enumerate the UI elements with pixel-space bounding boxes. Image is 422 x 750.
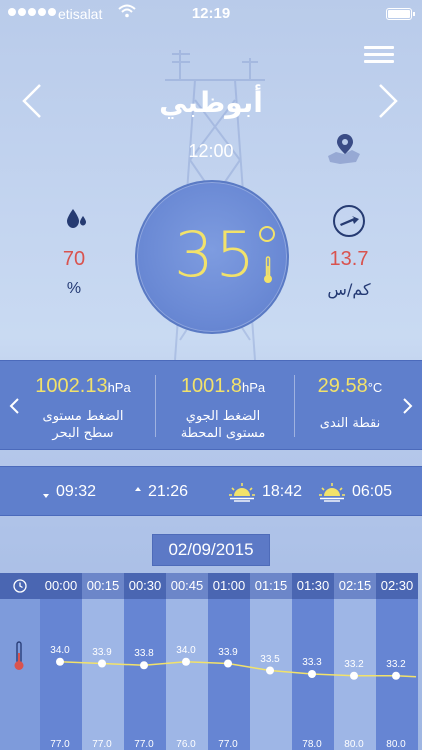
temperature-data-label: 34.0 — [50, 644, 70, 656]
temperature-data-label: 33.3 — [302, 657, 322, 668]
moonset-time: 09:32 — [56, 483, 97, 500]
map-pin-icon[interactable] — [326, 132, 364, 166]
moonrise-time: 21:26 — [148, 483, 189, 500]
menu-icon[interactable] — [364, 46, 394, 64]
divider — [294, 375, 295, 437]
forecast-column[interactable]: 00:00 — [40, 573, 82, 750]
temperature-value: 35 — [174, 218, 257, 291]
degree-symbol — [259, 226, 275, 242]
sunset-icon — [229, 483, 255, 502]
forecast-time-label: 00:00 — [40, 573, 82, 599]
sunrise-item: 06:05 — [318, 480, 392, 504]
forecast-date[interactable]: 02/09/2015 — [152, 534, 270, 566]
sea-level-pressure-label: الضغط مستوى — [42, 409, 124, 424]
forecast-label-column — [0, 573, 40, 750]
forecast-column[interactable]: 00:45 — [166, 573, 208, 750]
bottom-value-label: 77.0 — [218, 739, 238, 750]
humidity-value: 70 — [62, 248, 86, 270]
station-pressure: 1001.8hPa الضغط الجوي مستوى المحطة — [158, 361, 288, 451]
sunrise-time: 06:05 — [352, 483, 393, 500]
pressure-panel: 1002.13hPa الضغط مستوى سطح البحر 1001.8hP… — [0, 360, 422, 450]
forecast-column[interactable]: 00:30 — [124, 573, 166, 750]
moonrise-icon — [122, 486, 141, 500]
bottom-value-label: 77.0 — [92, 739, 112, 750]
temperature-data-label: 34.0 — [176, 644, 196, 656]
sea-level-pressure: 1002.13hPa الضغط مستوى سطح البحر — [18, 361, 148, 451]
sea-level-pressure-unit: hPa — [107, 380, 131, 395]
dew-point-value: 29.58 — [317, 375, 368, 397]
sunrise-icon — [319, 483, 345, 502]
forecast-column[interactable]: 00:15 — [82, 573, 124, 750]
dew-point-unit: °C — [367, 380, 383, 395]
temperature-circle: 35 — [135, 180, 289, 334]
station-pressure-label: الضغط الجوي — [185, 409, 261, 424]
bottom-value-label: 78.0 — [302, 739, 322, 750]
battery-icon — [386, 8, 415, 20]
sea-level-pressure-value: 1002.13 — [35, 375, 108, 397]
status-time: 12:19 — [191, 5, 231, 22]
sea-level-pressure-label-2: سطح البحر — [52, 426, 114, 441]
forecast-time-label: 01:15 — [250, 573, 292, 599]
moonrise-item: 21:26 — [120, 480, 188, 504]
temperature-data-label: 33.9 — [92, 646, 112, 658]
sunset-time: 18:42 — [262, 483, 303, 500]
moonset-icon — [30, 486, 49, 500]
thermometer-icon — [14, 641, 24, 670]
temperature-data-label: 33.8 — [134, 648, 154, 660]
chevron-right-icon[interactable] — [402, 397, 414, 415]
forecast-time-label: 00:15 — [82, 573, 124, 599]
forecast-time-label: 00:30 — [124, 573, 166, 599]
forecast-table: 00:00 00:15 00:30 00:45 01:00 01:15 01:30 02:15… — [0, 573, 422, 750]
sun-moon-panel: 09:32 21:26 18:42 06:05 — [0, 466, 422, 516]
station-pressure-label-2: مستوى المحطة — [180, 426, 266, 441]
forecast-time-label: 01:30 — [292, 573, 334, 599]
bottom-value-label: 80.0 — [344, 739, 364, 750]
bottom-value-label: 76.0 — [176, 739, 196, 750]
bottom-value-label: 80.0 — [386, 739, 406, 750]
temperature-data-label: 33.5 — [260, 653, 280, 665]
forecast-time-label: 02:15 — [334, 573, 376, 599]
city-name[interactable]: أبوظبي — [0, 86, 422, 119]
forecast-column[interactable]: 01:00 — [208, 573, 250, 750]
divider — [155, 375, 156, 437]
temperature-data-label: 33.2 — [344, 658, 364, 670]
thermometer-icon — [264, 256, 272, 283]
station-pressure-unit: hPa — [242, 380, 266, 395]
station-pressure-value: 1001.8 — [180, 375, 243, 397]
wind-speed-unit: كم/س — [327, 280, 371, 299]
temperature-data-label: 33.9 — [218, 646, 238, 658]
dew-point: 29.58°C نقطة الندى — [298, 361, 402, 451]
clock-icon — [13, 579, 27, 593]
forecast-time-label: 01:00 — [208, 573, 250, 599]
dew-point-label: نقطة الندى — [319, 416, 381, 431]
sunset-item: 18:42 — [228, 480, 302, 504]
humidity-unit: % — [66, 280, 82, 297]
wind-speed-value: 13.7 — [329, 248, 369, 270]
droplet-icon — [67, 209, 86, 228]
wind-arrow-icon — [333, 205, 365, 237]
moonset-item: 09:32 — [28, 480, 96, 504]
forecast-time-label: 02:30 — [376, 573, 418, 599]
bottom-value-label: 77.0 — [50, 739, 70, 750]
forecast-time-label: 00:45 — [166, 573, 208, 599]
status-bar: etisalat 12:19 — [0, 0, 422, 28]
temperature-data-label: 33.2 — [386, 658, 406, 670]
bottom-value-label: 77.0 — [134, 739, 154, 750]
